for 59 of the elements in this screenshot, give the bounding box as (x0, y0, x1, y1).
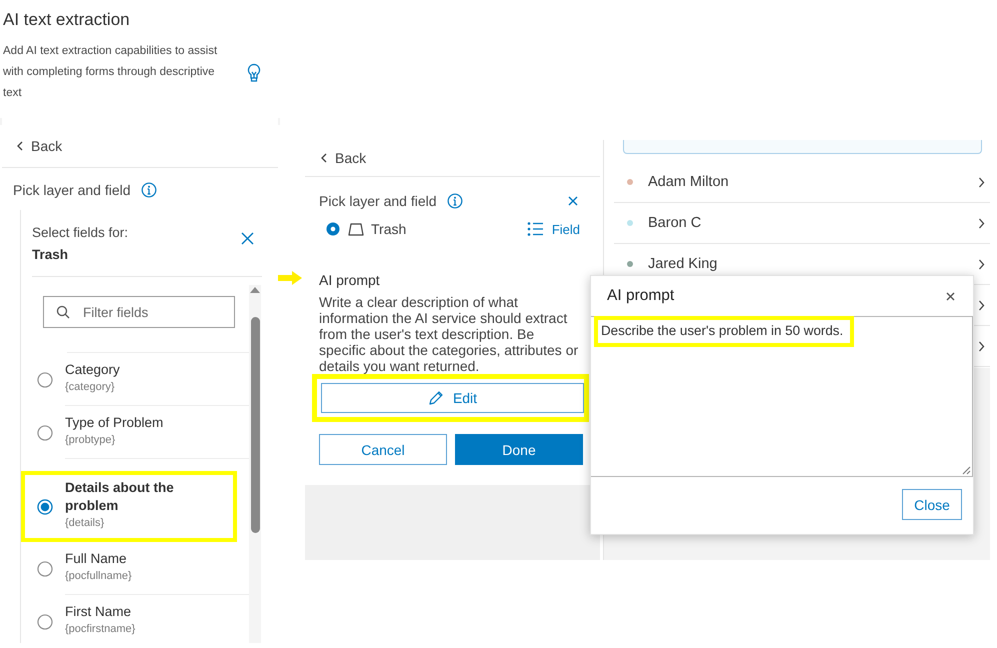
lightbulb-icon (247, 62, 261, 82)
input-field[interactable] (623, 140, 982, 154)
polygon-icon (348, 222, 364, 236)
done-button[interactable]: Done (455, 434, 583, 465)
scroll-up-icon (249, 285, 261, 295)
field-name: {details} (65, 516, 106, 531)
back-button[interactable]: Back (305, 140, 600, 177)
info-icon (140, 182, 157, 198)
pencil-icon (428, 390, 444, 406)
field-name: {pocfullname} (65, 569, 133, 584)
radio-button[interactable] (37, 614, 53, 630)
field-label: Full Name (65, 550, 128, 568)
filter-field[interactable]: Filter fields (43, 296, 235, 328)
section-heading: Pick layer and field (13, 182, 131, 198)
info-icon (446, 193, 463, 209)
chevron-right-icon (978, 300, 985, 310)
chevron-right-icon (978, 176, 985, 188)
radio-button[interactable] (325, 221, 341, 237)
highlight-frame[interactable]: Details about the problem {details} (21, 471, 237, 542)
prompt-help-text: Write a clear description of what information the AI service should extract from the user's text description. Be specific about the categories, attributes or details you want returned. (319, 294, 580, 374)
dialog-title: AI prompt (607, 287, 674, 305)
section-heading: Pick layer and field (319, 193, 437, 209)
chevron-left-icon (320, 153, 328, 163)
panel-description: Add AI text extraction capabilities to assist with completing forms through descriptive text (3, 44, 218, 101)
radio-button[interactable] (37, 424, 53, 440)
field-button[interactable]: Field (526, 221, 580, 237)
close-icon[interactable] (241, 232, 254, 244)
close-icon[interactable] (946, 292, 955, 300)
chevron-right-icon (978, 258, 985, 270)
close-icon[interactable] (568, 196, 578, 206)
prompt-label: AI prompt (319, 271, 381, 289)
list-item[interactable]: Baron C (614, 203, 990, 244)
scrollbar[interactable] (249, 285, 261, 643)
layer-name: Trash (32, 246, 70, 264)
field-name: {pocfirstname} (65, 622, 136, 637)
layer-name: Trash (371, 221, 406, 237)
radio-button[interactable] (37, 372, 53, 388)
field-name: {probtype} (65, 433, 116, 448)
search-icon (56, 305, 70, 319)
chevron-right-icon (978, 340, 985, 352)
close-button[interactable]: Close (902, 489, 962, 520)
field-label: Category (65, 361, 121, 379)
list-icon (526, 221, 543, 237)
panel-title: AI text extraction (3, 10, 131, 30)
back-button[interactable]: Back (2, 125, 278, 168)
radio-button[interactable] (37, 560, 53, 576)
field-label: Type of Problem (65, 414, 164, 432)
cancel-button[interactable]: Cancel (319, 434, 447, 465)
edit-button[interactable]: Edit (321, 383, 584, 413)
resize-grip-icon (961, 465, 971, 475)
field-name: {category} (65, 380, 116, 395)
field-label: First Name (65, 603, 132, 621)
prompt-text-area[interactable]: Describe the user's problem in 50 words. (591, 316, 973, 477)
list-item[interactable]: Adam Milton (614, 162, 990, 203)
chevron-left-icon (16, 141, 24, 151)
chevron-right-icon (978, 218, 985, 228)
field-label: Details about the problem (65, 479, 175, 515)
radio-button[interactable] (37, 498, 53, 514)
select-fields-label: Select fields for: (32, 224, 128, 242)
